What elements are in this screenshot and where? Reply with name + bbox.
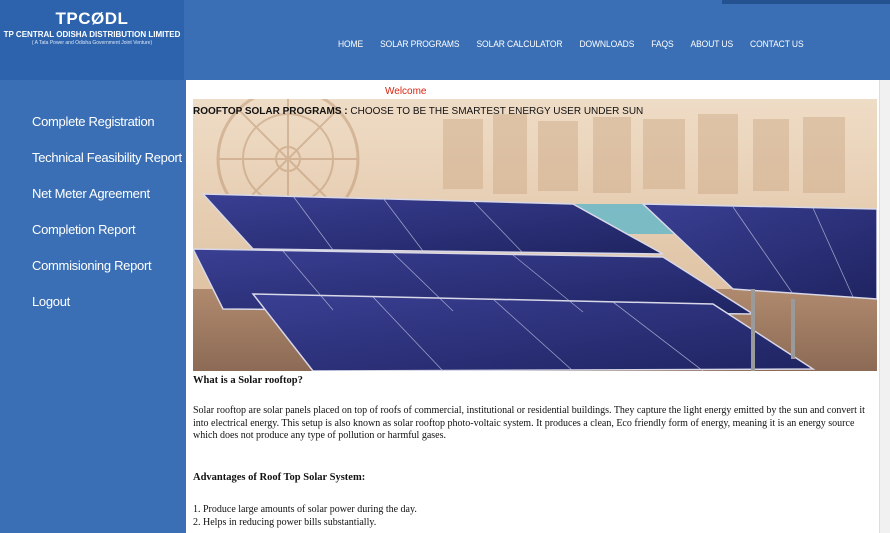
advantages-heading: Advantages of Roof Top Solar System: [193, 472, 366, 483]
nav-home[interactable]: HOME [338, 38, 363, 53]
main-nav: HOME SOLAR PROGRAMS SOLAR CALCULATOR DOW… [338, 38, 821, 53]
nav-solar-calculator[interactable]: SOLAR CALCULATOR [476, 38, 562, 53]
welcome-text: Welcome [385, 86, 427, 97]
solar-banner: ROOFTOP SOLAR PROGRAMS : CHOOSE TO BE TH… [193, 99, 877, 371]
header-accent-strip [722, 0, 890, 4]
sidebar-item-technical-feasibility[interactable]: Technical Feasibility Report [32, 150, 182, 165]
sidebar-item-completion-report[interactable]: Completion Report [32, 222, 136, 237]
nav-contact-us[interactable]: CONTACT US [750, 38, 804, 53]
banner-heading-bold: ROOFTOP SOLAR PROGRAMS : [193, 106, 348, 117]
top-header: TPCØDL TP CENTRAL ODISHA DISTRIBUTION LI… [0, 0, 890, 80]
list-item: 2. Helps in reducing power bills substan… [193, 517, 377, 528]
logo-tagline: ( A Tata Power and Odisha Government Joi… [31, 40, 153, 46]
nav-about-us[interactable]: ABOUT US [691, 38, 734, 53]
banner-heading-rest: CHOOSE TO BE THE SMARTEST ENERGY USER UN… [347, 106, 644, 117]
nav-faqs[interactable]: FAQS [651, 38, 673, 53]
sidebar-item-net-meter-agreement[interactable]: Net Meter Agreement [32, 186, 150, 201]
logo-company: TP CENTRAL ODISHA DISTRIBUTION LIMITED [3, 30, 181, 39]
company-logo[interactable]: TPCØDL TP CENTRAL ODISHA DISTRIBUTION LI… [0, 0, 184, 80]
sidebar-item-commisioning-report[interactable]: Commisioning Report [32, 258, 152, 273]
scrollbar[interactable] [879, 80, 890, 533]
list-item: 1. Produce large amounts of solar power … [193, 504, 417, 515]
sidebar-item-logout[interactable]: Logout [32, 294, 70, 309]
banner-heading: ROOFTOP SOLAR PROGRAMS : CHOOSE TO BE TH… [193, 106, 643, 117]
sidebar: Complete Registration Technical Feasibil… [0, 80, 186, 533]
nav-solar-programs[interactable]: SOLAR PROGRAMS [380, 38, 459, 53]
logo-name: TPCØDL [55, 9, 129, 28]
solar-panels-image [193, 99, 877, 371]
what-heading: What is a Solar rooftop? [193, 375, 303, 386]
sidebar-item-complete-registration[interactable]: Complete Registration [32, 114, 155, 129]
content-gutter [186, 80, 192, 533]
what-paragraph: Solar rooftop are solar panels placed on… [193, 405, 865, 441]
nav-downloads[interactable]: DOWNLOADS [579, 38, 634, 53]
